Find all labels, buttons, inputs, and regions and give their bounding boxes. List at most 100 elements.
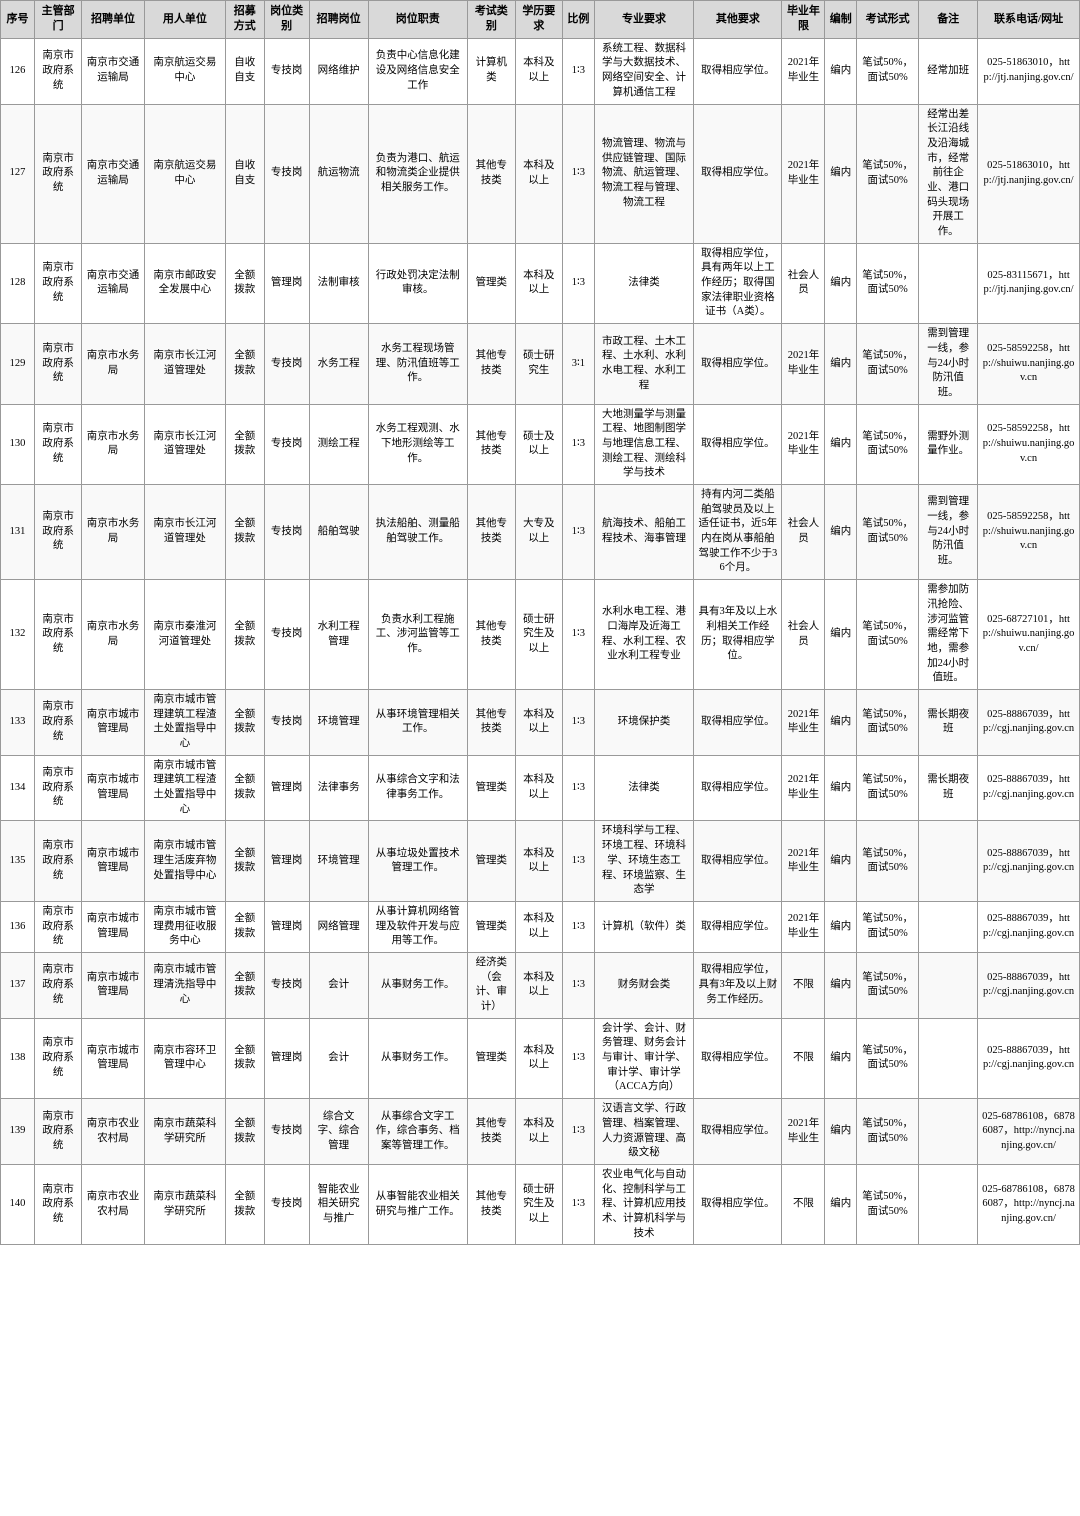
cell-sys: 南京市政府系统 xyxy=(34,1164,82,1244)
header-examtype: 考试类别 xyxy=(468,1,516,39)
cell-exam: 笔试50%，面试50% xyxy=(857,952,919,1018)
cell-year: 2021年毕业生 xyxy=(782,404,825,484)
cell-year: 2021年毕业生 xyxy=(782,324,825,404)
cell-major: 物流管理、物流与供应链管理、国际物流、航运管理、物流工程与管理、物流工程 xyxy=(594,104,694,243)
header-other: 其他要求 xyxy=(694,1,782,39)
cell-other: 取得相应学位。 xyxy=(694,1099,782,1165)
cell-other: 取得相应学位。 xyxy=(694,1164,782,1244)
cell-unit: 南京市蔬菜科学研究所 xyxy=(144,1099,225,1165)
cell-postcat: 法制审核 xyxy=(309,243,368,323)
cell-major: 法律类 xyxy=(594,243,694,323)
cell-seq: 131 xyxy=(1,485,35,580)
cell-tel: 025-51863010，http://jtj.nanjing.gov.cn/ xyxy=(978,104,1080,243)
cell-seq: 126 xyxy=(1,38,35,104)
cell-bianzhi: 编内 xyxy=(825,1099,857,1165)
cell-degree: 本科及以上 xyxy=(515,901,563,952)
table-row: 129南京市政府系统南京市水务局南京市长江河道管理处全额拨款专技岗水务工程水务工… xyxy=(1,324,1080,404)
table-row: 131南京市政府系统南京市水务局南京市长江河道管理处全额拨款专技岗船舶驾驶执法船… xyxy=(1,485,1080,580)
cell-posttype: 专技岗 xyxy=(264,1099,309,1165)
cell-note xyxy=(919,1164,978,1244)
cell-ratio: 1∶3 xyxy=(563,485,595,580)
cell-unit: 南京市长江河道管理处 xyxy=(144,324,225,404)
cell-tel: 025-58592258，http://shuiwu.nanjing.gov.c… xyxy=(978,404,1080,484)
cell-posttype: 管理岗 xyxy=(264,243,309,323)
cell-year: 社会人员 xyxy=(782,580,825,690)
cell-postcat: 综合文字、综合管理 xyxy=(309,1099,368,1165)
cell-seq: 127 xyxy=(1,104,35,243)
cell-bianzhi: 编内 xyxy=(825,1018,857,1098)
cell-major: 环境科学与工程、环境工程、环境科学、环境生态工程、环境监察、生态学 xyxy=(594,821,694,901)
cell-bianzhi: 编内 xyxy=(825,404,857,484)
cell-seq: 139 xyxy=(1,1099,35,1165)
cell-tel: 025-88867039，http://cgj.nanjing.gov.cn xyxy=(978,821,1080,901)
cell-other: 取得相应学位。 xyxy=(694,821,782,901)
cell-year: 不限 xyxy=(782,952,825,1018)
cell-tel: 025-58592258，http://shuiwu.nanjing.gov.c… xyxy=(978,485,1080,580)
cell-seq: 140 xyxy=(1,1164,35,1244)
table-row: 132南京市政府系统南京市水务局南京市秦淮河河道管理处全额拨款专技岗水利工程管理… xyxy=(1,580,1080,690)
cell-dept: 南京市水务局 xyxy=(82,580,144,690)
cell-bianzhi: 编内 xyxy=(825,485,857,580)
cell-posttype: 专技岗 xyxy=(264,324,309,404)
cell-note xyxy=(919,952,978,1018)
cell-note: 需长期夜班 xyxy=(919,689,978,755)
cell-exam: 笔试50%，面试50% xyxy=(857,580,919,690)
cell-examtype: 其他专技类 xyxy=(468,1164,516,1244)
cell-other: 取得相应学位。 xyxy=(694,104,782,243)
cell-sys: 南京市政府系统 xyxy=(34,104,82,243)
cell-unit: 南京市邮政安全发展中心 xyxy=(144,243,225,323)
cell-exam: 笔试50%，面试50% xyxy=(857,404,919,484)
cell-other: 取得相应学位。 xyxy=(694,38,782,104)
cell-posttype: 专技岗 xyxy=(264,404,309,484)
cell-posttype: 管理岗 xyxy=(264,821,309,901)
cell-tel: 025-68786108，68786087，http://nyncj.nanji… xyxy=(978,1164,1080,1244)
cell-ratio: 1∶3 xyxy=(563,689,595,755)
cell-sys: 南京市政府系统 xyxy=(34,324,82,404)
cell-unit: 南京市城市管理建筑工程渣土处置指导中心 xyxy=(144,689,225,755)
cell-duty: 负责为港口、航运和物流类企业提供相关服务工作。 xyxy=(368,104,468,243)
cell-other: 取得相应学位。 xyxy=(694,1018,782,1098)
cell-note: 经常加班 xyxy=(919,38,978,104)
header-duty: 岗位职责 xyxy=(368,1,468,39)
cell-degree: 本科及以上 xyxy=(515,821,563,901)
cell-seq: 130 xyxy=(1,404,35,484)
cell-note: 需到管理一线，参与24小时防汛值班。 xyxy=(919,324,978,404)
cell-degree: 本科及以上 xyxy=(515,104,563,243)
cell-degree: 本科及以上 xyxy=(515,755,563,821)
cell-year: 2021年毕业生 xyxy=(782,104,825,243)
cell-exam: 笔试50%，面试50% xyxy=(857,1018,919,1098)
cell-ratio: 1∶3 xyxy=(563,243,595,323)
cell-unit: 南京市城市管理费用征收服务中心 xyxy=(144,901,225,952)
cell-note xyxy=(919,1018,978,1098)
cell-recruit: 全额拨款 xyxy=(226,952,264,1018)
cell-unit: 南京航运交易中心 xyxy=(144,38,225,104)
cell-posttype: 管理岗 xyxy=(264,901,309,952)
cell-sys: 南京市政府系统 xyxy=(34,38,82,104)
cell-recruit: 全额拨款 xyxy=(226,1164,264,1244)
cell-postcat: 环境管理 xyxy=(309,821,368,901)
cell-seq: 133 xyxy=(1,689,35,755)
cell-tel: 025-83115671，http://jtj.nanjing.gov.cn/ xyxy=(978,243,1080,323)
header-degree: 学历要求 xyxy=(515,1,563,39)
cell-dept: 南京市水务局 xyxy=(82,404,144,484)
cell-other: 持有内河二类船舶驾驶员及以上适任证书，近5年内在岗从事船舶驾驶工作不少于36个月… xyxy=(694,485,782,580)
recruitment-table: 序号 主管部门 招聘单位 用人单位 招募方式 岗位类别 招聘岗位 岗位职责 考试… xyxy=(0,0,1080,1245)
cell-exam: 笔试50%，面试50% xyxy=(857,104,919,243)
cell-major: 法律类 xyxy=(594,755,694,821)
cell-examtype: 其他专技类 xyxy=(468,485,516,580)
cell-recruit: 全额拨款 xyxy=(226,243,264,323)
cell-recruit: 全额拨款 xyxy=(226,404,264,484)
table-row: 134南京市政府系统南京市城市管理局南京市城市管理建筑工程渣土处置指导中心全额拨… xyxy=(1,755,1080,821)
cell-degree: 硕士及以上 xyxy=(515,404,563,484)
cell-postcat: 环境管理 xyxy=(309,689,368,755)
table-row: 130南京市政府系统南京市水务局南京市长江河道管理处全额拨款专技岗测绘工程水务工… xyxy=(1,404,1080,484)
cell-dept: 南京市农业农村局 xyxy=(82,1164,144,1244)
cell-dept: 南京市城市管理局 xyxy=(82,821,144,901)
cell-duty: 从事垃圾处置技术管理工作。 xyxy=(368,821,468,901)
cell-other: 取得相应学位，具有3年及以上财务工作经历。 xyxy=(694,952,782,1018)
cell-postcat: 测绘工程 xyxy=(309,404,368,484)
cell-examtype: 其他专技类 xyxy=(468,324,516,404)
header-exam: 考试形式 xyxy=(857,1,919,39)
cell-recruit: 全额拨款 xyxy=(226,324,264,404)
cell-other: 具有3年及以上水利相关工作经历；取得相应学位。 xyxy=(694,580,782,690)
